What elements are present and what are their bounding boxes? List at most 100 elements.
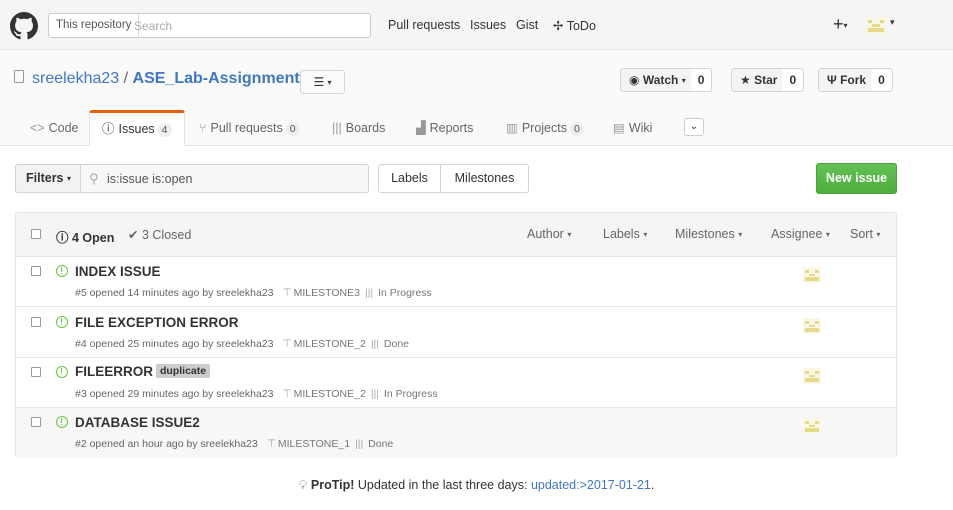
repo-owner-link[interactable]: sreelekha23 [32, 70, 119, 87]
issue-checkbox[interactable] [31, 266, 41, 276]
milestones-filter[interactable]: Milestones ▾ [675, 227, 742, 241]
watch-count[interactable]: 0 [690, 68, 713, 92]
issue-row[interactable]: INDEX ISSUE #5 opened 14 minutes ago by … [16, 257, 896, 307]
issue-row[interactable]: FILE EXCEPTION ERROR #4 opened 25 minute… [16, 308, 896, 358]
issue-opened-by: #5 opened 14 minutes ago by sreelekha23 [75, 287, 274, 299]
chevron-down-icon: ▾ [643, 230, 648, 240]
issue-milestone[interactable]: ⊤ MILESTONE3 [282, 287, 359, 299]
issue-milestone[interactable]: ⊤ MILESTONE_1 [267, 438, 350, 450]
issue-checkbox[interactable] [31, 417, 41, 427]
protip-query-link[interactable]: updated:>2017-01-21 [531, 478, 651, 492]
tab-projects[interactable]: ▥ Projects 0 [506, 110, 584, 146]
light-bulb-icon: 💡︎ [298, 478, 308, 492]
nav-pull-requests[interactable]: Pull requests [388, 18, 460, 32]
assignee-filter[interactable]: Assignee ▾ [771, 227, 830, 241]
issue-project[interactable]: ||| Done [371, 338, 409, 350]
chevron-down-icon: ▾ [825, 230, 830, 240]
milestone-icon: ⊤ [282, 388, 292, 400]
protip-lead: ProTip! [310, 478, 355, 492]
issue-milestone-label: MILESTONE_1 [277, 438, 351, 450]
pull-request-icon: ⑂ [199, 121, 207, 135]
new-issue-button[interactable]: New issue [816, 163, 897, 194]
issue-row[interactable]: DATABASE ISSUE2 #2 opened an hour ago by… [16, 408, 896, 458]
nav-gist[interactable]: Gist [516, 18, 538, 32]
star-count[interactable]: 0 [782, 68, 805, 92]
select-all-checkbox[interactable] [31, 229, 41, 239]
assignee-avatar[interactable] [803, 418, 821, 434]
milestones-button[interactable]: Milestones [440, 164, 529, 193]
issue-row[interactable]: FILEERROR duplicate #3 opened 29 minutes … [16, 358, 896, 408]
closed-issues-link[interactable]: ✔ 3 Closed [128, 227, 191, 242]
issue-title-link[interactable]: DATABASE ISSUE2 [75, 415, 200, 430]
issue-title-link[interactable]: FILEERROR duplicate [75, 364, 211, 379]
github-logo-icon[interactable] [10, 12, 38, 40]
fork-count[interactable]: 0 [871, 68, 893, 92]
issue-meta: #2 opened an hour ago by sreelekha23 ⊤ MIL… [75, 438, 393, 450]
tab-pull-requests-label: Pull requests [210, 121, 283, 135]
issue-checkbox[interactable] [31, 317, 41, 327]
labels-button[interactable]: Labels [378, 164, 441, 193]
tab-wiki[interactable]: ▤ Wiki [613, 110, 652, 146]
issue-milestone[interactable]: ⊤ MILESTONE_2 [282, 388, 365, 400]
nav-issues[interactable]: Issues [470, 18, 506, 32]
tab-pull-requests[interactable]: ⑂ Pull requests 0 [199, 110, 300, 146]
tab-projects-counter: 0 [569, 122, 584, 136]
check-icon: ✔ [128, 228, 139, 242]
milestone-icon: ⊤ [282, 287, 292, 299]
tab-boards[interactable]: ||| Boards [332, 110, 385, 146]
chevron-down-icon: ▾ [567, 230, 572, 240]
assignee-avatar[interactable] [803, 318, 821, 334]
sort-filter[interactable]: Sort ▾ [850, 227, 880, 241]
issue-opened-icon [56, 316, 68, 328]
issue-project-label: Done [383, 338, 410, 350]
chevron-down-icon: ▾ [738, 230, 743, 240]
list-menu-button[interactable]: ☰ ▾ [300, 70, 345, 94]
repo-name-link[interactable]: ASE_Lab-Assignments [133, 70, 309, 87]
issue-title-link[interactable]: INDEX ISSUE [75, 264, 161, 279]
tab-code[interactable]: <> Code [30, 110, 79, 146]
issue-opened-icon: ⓘ [56, 231, 69, 245]
tab-reports[interactable]: ▟ Reports [416, 110, 473, 146]
tab-boards-label: Boards [345, 121, 386, 135]
star-icon: ★ [740, 73, 751, 87]
issue-opened-icon [56, 416, 68, 428]
fork-button[interactable]: Ψ Fork [818, 68, 876, 92]
issue-project[interactable]: ||| In Progress [365, 287, 432, 299]
watch-group: ◉ Watch ▾ 0 [620, 68, 713, 92]
issue-project[interactable]: ||| In Progress [371, 388, 438, 400]
issue-milestone-label: MILESTONE_2 [293, 338, 366, 350]
issue-title: FILEERROR [75, 364, 154, 379]
filters-button[interactable]: Filters ▾ [15, 164, 81, 193]
more-tabs-chevron-icon[interactable]: ⌄ [684, 118, 704, 136]
create-new-icon[interactable]: +▾ [833, 14, 848, 35]
issue-label-duplicate[interactable]: duplicate [156, 364, 211, 378]
assignee-avatar[interactable] [803, 368, 821, 384]
issue-project[interactable]: ||| Done [355, 438, 393, 450]
open-issues-count: 4 Open [72, 231, 115, 245]
avatar-chevron-icon[interactable]: ▾ [890, 17, 895, 28]
project-column-icon: ||| [370, 388, 379, 400]
star-button[interactable]: ★ Star [731, 68, 787, 92]
issue-milestone[interactable]: ⊤ MILESTONE_2 [282, 338, 365, 350]
chevron-down-icon: ▾ [876, 230, 881, 240]
issue-checkbox[interactable] [31, 367, 41, 377]
chevron-down-icon: ▾ [67, 174, 72, 184]
search-input[interactable] [134, 15, 364, 36]
author-filter[interactable]: Author ▾ [527, 227, 571, 241]
user-avatar[interactable] [866, 17, 886, 35]
repo-title-separator: / [123, 70, 129, 87]
open-issues-link[interactable]: ⓘ 4 Open [56, 227, 114, 246]
issue-title-link[interactable]: FILE EXCEPTION ERROR [75, 315, 239, 330]
issue-opened-by: #4 opened 25 minutes ago by sreelekha23 [75, 338, 274, 350]
search-scope-label: This repository [49, 14, 140, 37]
watch-button[interactable]: ◉ Watch ▾ [620, 68, 695, 92]
labels-filter-label: Labels [603, 227, 640, 241]
chevron-down-icon: ▾ [327, 77, 332, 87]
assignee-avatar[interactable] [803, 267, 821, 283]
issue-filter-input[interactable] [107, 169, 362, 189]
nav-todo[interactable]: ✢ ToDo [553, 18, 596, 33]
labels-filter[interactable]: Labels ▾ [603, 227, 647, 241]
tab-issues[interactable]: ⓘ Issues 4 [89, 110, 185, 146]
author-filter-label: Author [527, 227, 564, 241]
protip: 💡︎ ProTip! Updated in the last three day… [0, 478, 953, 493]
